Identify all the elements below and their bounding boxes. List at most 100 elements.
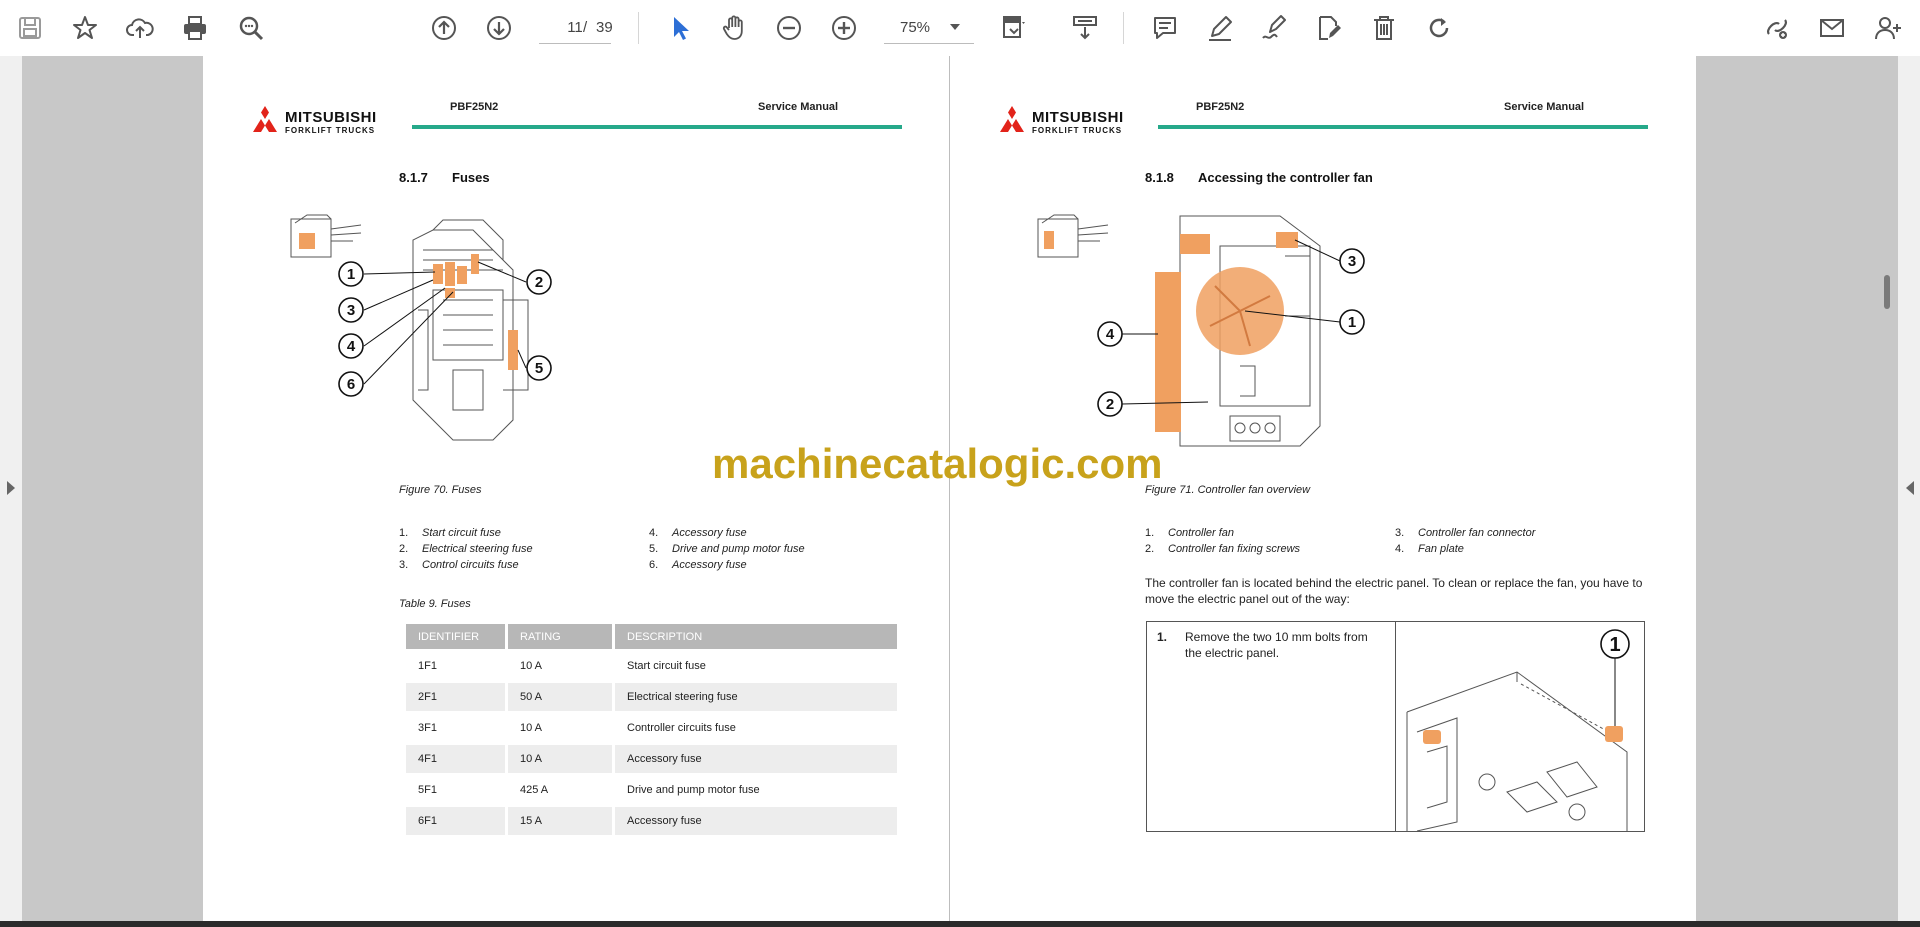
upload-cloud-icon[interactable] [120,8,160,48]
table-cell: 10 A [508,745,612,773]
table-row: 2F1 50 A Electrical steering fuse [406,683,897,711]
figure-legend-col2: 3. Controller fan connector 4. Fan plate [1395,525,1535,557]
table-cell: 50 A [508,683,612,711]
callout-label: 3 [347,302,355,319]
zoom-in-icon[interactable] [824,8,864,48]
print-icon[interactable] [175,8,215,48]
callout-label: 4 [1106,326,1115,343]
header-model: PBF25N2 [450,101,499,113]
callout-label: 4 [347,338,356,355]
redo-icon[interactable] [1419,8,1459,48]
header-rule [1158,125,1648,129]
table-cell: Drive and pump motor fuse [627,784,760,796]
page-left: MITSUBISHI FORKLIFT TRUCKS PBF25N2 Servi… [203,56,949,921]
save-icon[interactable] [10,8,50,48]
step-number: 1. [1157,630,1168,644]
rotate-view-icon[interactable] [1065,8,1105,48]
callout-label: 3 [1348,253,1356,270]
section-number: 8.1.8 [1145,170,1174,185]
callout-label: 5 [535,360,543,377]
page-up-icon[interactable] [424,8,464,48]
email-icon[interactable] [1812,8,1852,48]
scrollbar-thumb[interactable] [1884,275,1890,309]
logo-subtitle: FORKLIFT TRUCKS [285,126,376,135]
figure-caption: Figure 70. Fuses [399,484,482,496]
column-header: IDENTIFIER [406,624,505,649]
table-cell: 10 A [520,722,543,734]
callout-label: 2 [1106,396,1114,413]
header-rule [412,125,902,129]
table-row: 3F1 10 A Controller circuits fuse [406,714,897,742]
callout-label: 1 [1348,314,1356,331]
edit-document-icon[interactable] [1309,8,1349,48]
legend-item: 5. Drive and pump motor fuse [649,543,805,555]
table-cell: Controller circuits fuse [627,722,736,734]
callout-label: 2 [535,274,543,291]
section-title: Fuses [452,170,490,185]
watermark: machinecatalogic.com [712,440,1163,487]
select-cursor-icon[interactable] [660,8,700,48]
table-cell: 1F1 [418,660,437,672]
header-manual: Service Manual [1504,101,1585,113]
table-cell: 4F1 [406,745,505,773]
legend-item: 6. Accessory fuse [649,559,747,571]
toolbar-divider [1123,12,1124,44]
column-header: DESCRIPTION [615,624,897,649]
hand-pan-icon[interactable] [714,8,754,48]
chevron-down-icon[interactable] [950,24,960,30]
figure-legend-col1: 1. Start circuit fuse 2. Electrical steeri… [399,525,533,573]
delete-icon[interactable] [1364,8,1404,48]
table-cell: 2F1 [406,683,505,711]
add-user-icon[interactable] [1868,8,1908,48]
table-cell: Accessory fuse [615,807,897,835]
zoom-search-icon[interactable] [231,8,271,48]
step-text: Remove the two 10 mm bolts from the elec… [1185,630,1368,660]
logo-wordmark: MITSUBISHI [1032,109,1124,126]
table-cell: Electrical steering fuse [615,683,897,711]
section-heading: 8.1.7 Fuses [399,170,490,185]
comment-icon[interactable] [1145,8,1185,48]
share-link-icon[interactable] [1757,8,1797,48]
bookmark-star-icon[interactable] [65,8,105,48]
table-row: 6F1 15 A Accessory fuse [406,807,897,835]
table-cell: 5F1 [418,784,437,796]
highlight-pen-icon[interactable] [1200,8,1240,48]
table-caption: Table 9. Fuses [399,598,471,610]
document-viewer[interactable]: MITSUBISHI FORKLIFT TRUCKS PBF25N2 Servi… [0,56,1920,921]
legend-item: 3. Controller fan connector [1395,527,1536,539]
table-row: 1F1 10 A Start circuit fuse [406,652,897,680]
step-illustration: 1 [1406,629,1630,831]
mitsubishi-logo: MITSUBISHI FORKLIFT TRUCKS [996,106,1146,138]
toolbar: 11 / 39 75% [0,0,1920,56]
section-heading: 8.1.8 Accessing the controller fan [1145,170,1373,185]
expand-left-icon[interactable] [7,481,15,495]
step-instruction: 1. Remove the two 10 mm bolts from the e… [1157,629,1387,661]
logo-subtitle: FORKLIFT TRUCKS [1032,126,1123,135]
callout-label: 1 [347,266,355,283]
zoom-select[interactable]: 75% [884,12,974,44]
toolbar-divider [638,12,639,44]
legend-item: 1. Start circuit fuse [399,527,501,539]
expand-right-icon[interactable] [1906,481,1914,495]
callout-label: 1 [1609,634,1620,656]
page-down-icon[interactable] [479,8,519,48]
fuses-table: IDENTIFIER RATING DESCRIPTION 1F1 10 A S… [403,621,900,838]
header-model: PBF25N2 [1196,101,1245,113]
zoom-out-icon[interactable] [769,8,809,48]
mitsubishi-diamonds-icon [253,106,277,132]
header-manual: Service Manual [758,101,839,113]
table-cell: 3F1 [418,722,437,734]
table-cell: 10 A [520,660,543,672]
table-cell: 425 A [520,784,549,796]
mitsubishi-logo: MITSUBISHI FORKLIFT TRUCKS [249,106,399,138]
figure-legend-col1: 1. Controller fan 2. Controller fan fixing… [1145,525,1300,557]
mitsubishi-diamonds-icon [1000,106,1024,132]
table-row: 4F1 10 A Accessory fuse [406,745,897,773]
taskbar-edge [0,921,1920,927]
table-cell: 15 A [508,807,612,835]
callout-label: 6 [347,376,355,393]
table-cell: Accessory fuse [615,745,897,773]
legend-item: 1. Controller fan [1145,527,1235,539]
fit-page-icon[interactable] [994,8,1034,48]
signature-icon[interactable] [1254,8,1294,48]
